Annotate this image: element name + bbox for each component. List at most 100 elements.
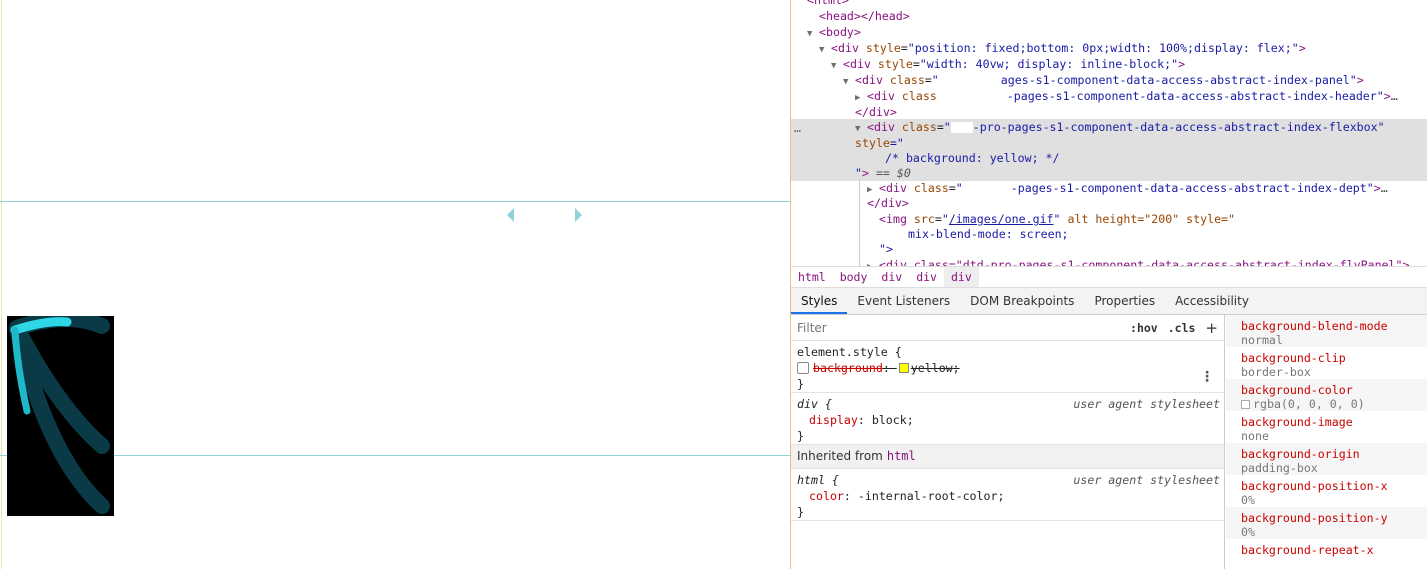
dom-line-html[interactable]: <html> (807, 0, 849, 8)
expand-triangle-icon[interactable]: ▼ (843, 74, 855, 90)
computed-value: border-box (1241, 365, 1311, 379)
computed-name: background-position-y (1241, 511, 1388, 525)
more-options-icon[interactable]: ⋮ (1200, 369, 1214, 385)
animated-gif-image (7, 316, 114, 516)
computed-styles-pane[interactable]: background-blend-mode normal background-c… (1226, 315, 1427, 569)
filter-input[interactable] (797, 317, 1121, 338)
rule-close-brace: } (797, 377, 804, 391)
expand-triangle-icon[interactable]: ▶ (867, 259, 879, 266)
img-style-value: mix-blend-mode: screen; (908, 227, 1069, 241)
img-attrs: alt height="200" style=" (1060, 212, 1236, 226)
property-name[interactable]: background (813, 361, 883, 375)
computed-value: none (1241, 429, 1269, 443)
breadcrumb: html body div div div (791, 266, 1427, 288)
tab-styles[interactable]: Styles (791, 288, 848, 314)
dom-line-flypanel[interactable]: ▶<div class="dtd-pro-pages-s1-component-… (867, 257, 1409, 266)
inherited-node-link[interactable]: html (887, 449, 916, 463)
redacted-text (936, 91, 1007, 102)
computed-value: 0% (1241, 493, 1255, 507)
dom-line-div-dept[interactable]: ▶ <div class=" -pages-s1-component-data-ac… (867, 180, 1388, 196)
expand-triangle-icon[interactable]: ▼ (831, 58, 843, 74)
img-src-link[interactable]: /images/one.gif (949, 212, 1054, 226)
computed-property[interactable]: background-blend-mode normal (1226, 315, 1427, 347)
breadcrumb-html[interactable]: html (791, 267, 833, 287)
div-ua-rule: user agent stylesheet div { display: blo… (791, 393, 1224, 445)
expand-triangle-icon[interactable]: ▼ (819, 42, 831, 58)
dom-line-body[interactable]: ▼ <body> (807, 24, 861, 40)
property-value[interactable]: yellow (911, 361, 953, 375)
dom-line-div-flexbox-selected[interactable]: ▼ <div class=" -pro-pages-s1-component-dat… (855, 119, 1385, 135)
new-style-rule-button[interactable]: + (1205, 319, 1218, 337)
computed-property[interactable]: background-repeat-x (1226, 539, 1427, 569)
dom-line-close-div[interactable]: </div> (855, 104, 897, 120)
attr-value: -pages-s1-component-data-access-abstract… (1006, 89, 1384, 103)
property-name: color (809, 489, 844, 503)
swoosh-graphic (9, 316, 110, 514)
computed-name: background-clip (1241, 351, 1346, 365)
attr-value: ages-s1-component-data-access-abstract-i… (1000, 73, 1357, 87)
rule-origin: user agent stylesheet (1073, 473, 1220, 487)
dom-line-style-comment: /* background: yellow; */ (885, 150, 1060, 166)
computed-value: padding-box (1241, 461, 1318, 475)
computed-property[interactable]: background-image none (1226, 411, 1427, 443)
computed-name: background-origin (1241, 447, 1360, 461)
style-comment: /* background: yellow; */ (885, 151, 1060, 165)
element-style-rule: element.style { background: yellow; } ⋮ (791, 341, 1224, 393)
breadcrumb-body[interactable]: body (833, 267, 875, 287)
attr-name: style (877, 57, 913, 71)
elements-dom-tree[interactable]: <html> <head></head> ▼ <body> ▼ <div style… (791, 0, 1427, 266)
inherited-header: Inherited from html (791, 445, 1224, 469)
computed-property[interactable]: background-color rgba(0, 0, 0, 0) (1226, 379, 1427, 411)
computed-property[interactable]: background-position-y 0% (1226, 507, 1427, 539)
hov-button[interactable]: :hov (1130, 321, 1158, 335)
tree-guide-line (859, 180, 860, 266)
attr-value-open: =" (889, 136, 904, 150)
computed-property[interactable]: background-origin padding-box (1226, 443, 1427, 475)
computed-name: background-image (1241, 415, 1353, 429)
breadcrumb-div[interactable]: div (874, 267, 909, 287)
tab-dom-breakpoints[interactable]: DOM Breakpoints (960, 288, 1084, 314)
console-ref-label: == $0 (875, 166, 911, 180)
property-checkbox[interactable] (797, 362, 809, 374)
ruler-guide-bottom (0, 455, 790, 456)
color-swatch-icon (1241, 400, 1250, 409)
dom-line-div-panel[interactable]: ▼ <div class=" ages-s1-component-data-acce… (843, 72, 1364, 88)
attr-name: class (901, 120, 937, 134)
dom-line-div-fixed[interactable]: ▼ <div style="position: fixed;bottom: 0px… (819, 40, 1306, 56)
ruler-guide-top (0, 201, 790, 202)
color-swatch-icon[interactable] (898, 363, 909, 373)
ruler-guide-vertical (1, 0, 2, 569)
property-name: display (809, 413, 858, 427)
tab-event-listeners[interactable]: Event Listeners (847, 288, 960, 314)
cls-button[interactable]: .cls (1168, 321, 1196, 335)
tab-accessibility[interactable]: Accessibility (1165, 288, 1259, 314)
dom-line-img[interactable]: <img src="/images/one.gif" alt height="2… (879, 211, 1235, 227)
tab-properties[interactable]: Properties (1084, 288, 1165, 314)
expand-triangle-icon[interactable]: ▼ (807, 26, 819, 42)
html-tag: html (813, 0, 842, 7)
attr-name: style (865, 41, 901, 55)
computed-property[interactable]: background-clip border-box (1226, 347, 1427, 379)
redacted-text (962, 183, 1011, 194)
computed-name: background-blend-mode (1241, 319, 1388, 333)
breadcrumb-div-current[interactable]: div (943, 267, 979, 287)
element-style-selector: element.style { (797, 345, 902, 359)
more-actions-icon[interactable]: … (794, 120, 801, 136)
carousel-next-arrow-icon[interactable] (575, 208, 582, 222)
attr-name: style (855, 136, 890, 150)
close-tag: </div> (867, 196, 909, 210)
dom-line-head[interactable]: <head></head> (819, 8, 910, 24)
breadcrumb-div[interactable]: div (909, 267, 944, 287)
dom-line-close-div-2[interactable]: </div> (867, 195, 909, 211)
head-tag: <head></head> (819, 9, 910, 23)
redacted-text (938, 75, 1001, 86)
rule-close-brace: } (797, 429, 804, 443)
dom-line-img-style: mix-blend-mode: screen; (908, 226, 1069, 242)
attr-name: class (901, 89, 937, 103)
dom-line-div-header[interactable]: ▶ <div class -pages-s1-component-data-acce… (855, 88, 1398, 104)
devtools-panel: <html> <head></head> ▼ <body> ▼ <div style… (790, 0, 1427, 569)
dom-line-div-40vw[interactable]: ▼ <div style="width: 40vw; display: inlin… (831, 56, 1185, 72)
attr-value: -pages-s1-component-data-access-abstract… (1010, 181, 1374, 195)
carousel-prev-arrow-icon[interactable] (507, 208, 514, 222)
computed-property[interactable]: background-position-x 0% (1226, 475, 1427, 507)
